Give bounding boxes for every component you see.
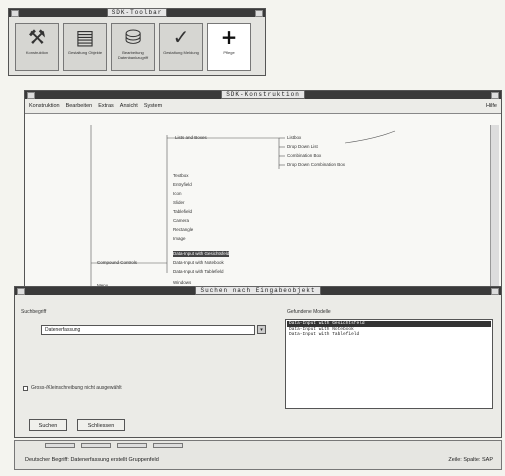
search-dialog: Suchen nach Eingabeobjekt Suchbegriff Da… — [14, 286, 502, 438]
hammer-wrench-icon: ⚒ — [28, 25, 46, 49]
tree-node-control[interactable]: Textbox — [173, 173, 189, 179]
tool-label: Bearbeitung Datenbankzugriff — [117, 50, 149, 60]
tool-label: Pflege — [223, 50, 235, 55]
close-dialog-button[interactable]: Schliessen — [77, 419, 125, 431]
found-models-list[interactable]: Data-Input with Gesichtsfeld Data-Input … — [285, 319, 493, 409]
tree-node-dropdown-combo[interactable]: Drop Down Combination Box — [287, 162, 345, 168]
tool-label: Gestaltung Objekte — [67, 50, 103, 55]
tree-node-compound[interactable]: Compound Controls — [97, 260, 137, 266]
mini-control — [81, 443, 111, 448]
tree-node-lists[interactable]: Lists and Boxes — [175, 135, 207, 141]
tree-node-compound-child[interactable]: Data-Input with Notebook — [173, 260, 224, 266]
menu-system[interactable]: System — [144, 103, 162, 109]
tool-pflege[interactable]: + Pflege — [207, 23, 251, 71]
status-text: Deutscher Begriff: Datenerfassung erstel… — [25, 457, 159, 463]
search-button[interactable]: Suchen — [29, 419, 67, 431]
status-bar: Deutscher Begriff: Datenerfassung erstel… — [14, 440, 502, 470]
tree-node-compound-child[interactable]: Data-Input with Tablefield — [173, 269, 223, 275]
vertical-scrollbar[interactable] — [490, 125, 499, 295]
tree-connectors — [90, 125, 396, 299]
menu-bearbeiten[interactable]: Bearbeiten — [66, 103, 93, 109]
menu-ansicht[interactable]: Ansicht — [120, 103, 138, 109]
mini-control — [45, 443, 75, 448]
found-models-label: Gefundene Modelle — [287, 309, 331, 315]
dialog-titlebar: Suchen nach Eingabeobjekt — [15, 286, 501, 295]
construction-title: SDK-Konstruktion — [221, 90, 305, 99]
construction-window: SDK-Konstruktion Konstruktion Bearbeiten… — [24, 90, 502, 300]
search-input[interactable]: Datenerfassung — [41, 325, 255, 335]
tree-node-control[interactable]: Tablefield — [173, 209, 192, 215]
case-checkbox-label: Gross-/Kleinschreibung nicht ausgewählt — [31, 385, 122, 391]
tree-node-control[interactable]: Rectangle — [173, 227, 193, 233]
tree-node-compound-child-selected[interactable]: Data-Input with Gesichtsfeld — [173, 251, 230, 257]
menu-bar: Konstruktion Bearbeiten Extras Ansicht S… — [25, 99, 501, 114]
dialog-title: Suchen nach Eingabeobjekt — [195, 286, 321, 295]
tool-label: Konstruktion — [25, 50, 49, 55]
system-menu-button[interactable] — [17, 288, 25, 295]
system-menu-button[interactable] — [27, 92, 35, 99]
toolbar-title: SDK-Toolbar — [106, 8, 168, 17]
toolbar-titlebar: SDK-Toolbar — [9, 8, 265, 17]
tree-node-control[interactable]: Entryfield — [173, 182, 192, 188]
tree-node-control[interactable]: Icon — [173, 191, 182, 197]
status-position: Zeile: Spalte: SAP — [448, 457, 493, 463]
tree-node-control[interactable]: Image — [173, 236, 186, 242]
plus-icon: + — [220, 25, 238, 49]
construction-titlebar: SDK-Konstruktion — [25, 90, 501, 99]
search-label: Suchbegriff — [21, 309, 47, 315]
tree-node-combination-box[interactable]: Combination Box — [287, 153, 321, 159]
tree-canvas: Lists and Boxes Listbox Drop Down List C… — [25, 115, 501, 299]
menu-konstruktion[interactable]: Konstruktion — [29, 103, 60, 109]
mini-control — [117, 443, 147, 448]
check-icon: ✓ — [172, 25, 190, 49]
tool-gestaltung-objekte[interactable]: ▤ Gestaltung Objekte — [63, 23, 107, 71]
tool-datenbankzugriff[interactable]: ⛁ Bearbeitung Datenbankzugriff — [111, 23, 155, 71]
notebook-icon: ▤ — [75, 25, 95, 49]
system-menu-button[interactable] — [11, 10, 19, 17]
tree-node-control[interactable]: Camera — [173, 218, 189, 224]
tree-node-listbox[interactable]: Listbox — [287, 135, 301, 141]
case-checkbox[interactable] — [23, 386, 28, 391]
tool-label: Gestaltung Meldung — [163, 50, 199, 55]
tree-node-control[interactable]: Slider — [173, 200, 185, 206]
close-button[interactable] — [491, 288, 499, 295]
mini-control — [153, 443, 183, 448]
tool-meldung[interactable]: ✓ Gestaltung Meldung — [159, 23, 203, 71]
tree-node-dropdown-list[interactable]: Drop Down List — [287, 144, 318, 150]
menu-extras[interactable]: Extras — [98, 103, 114, 109]
disk-icon: ⛁ — [124, 25, 142, 49]
search-dropdown-button[interactable]: ▾ — [257, 325, 266, 334]
list-item[interactable]: Data-Input with Tablefield — [287, 332, 491, 338]
maximize-button[interactable] — [491, 92, 499, 99]
minimize-button[interactable] — [255, 10, 263, 17]
tool-konstruktion[interactable]: ⚒ Konstruktion — [15, 23, 59, 71]
toolbar-window: SDK-Toolbar ⚒ Konstruktion ▤ Gestaltung … — [8, 8, 266, 76]
menu-hilfe[interactable]: Hilfe — [486, 103, 497, 109]
